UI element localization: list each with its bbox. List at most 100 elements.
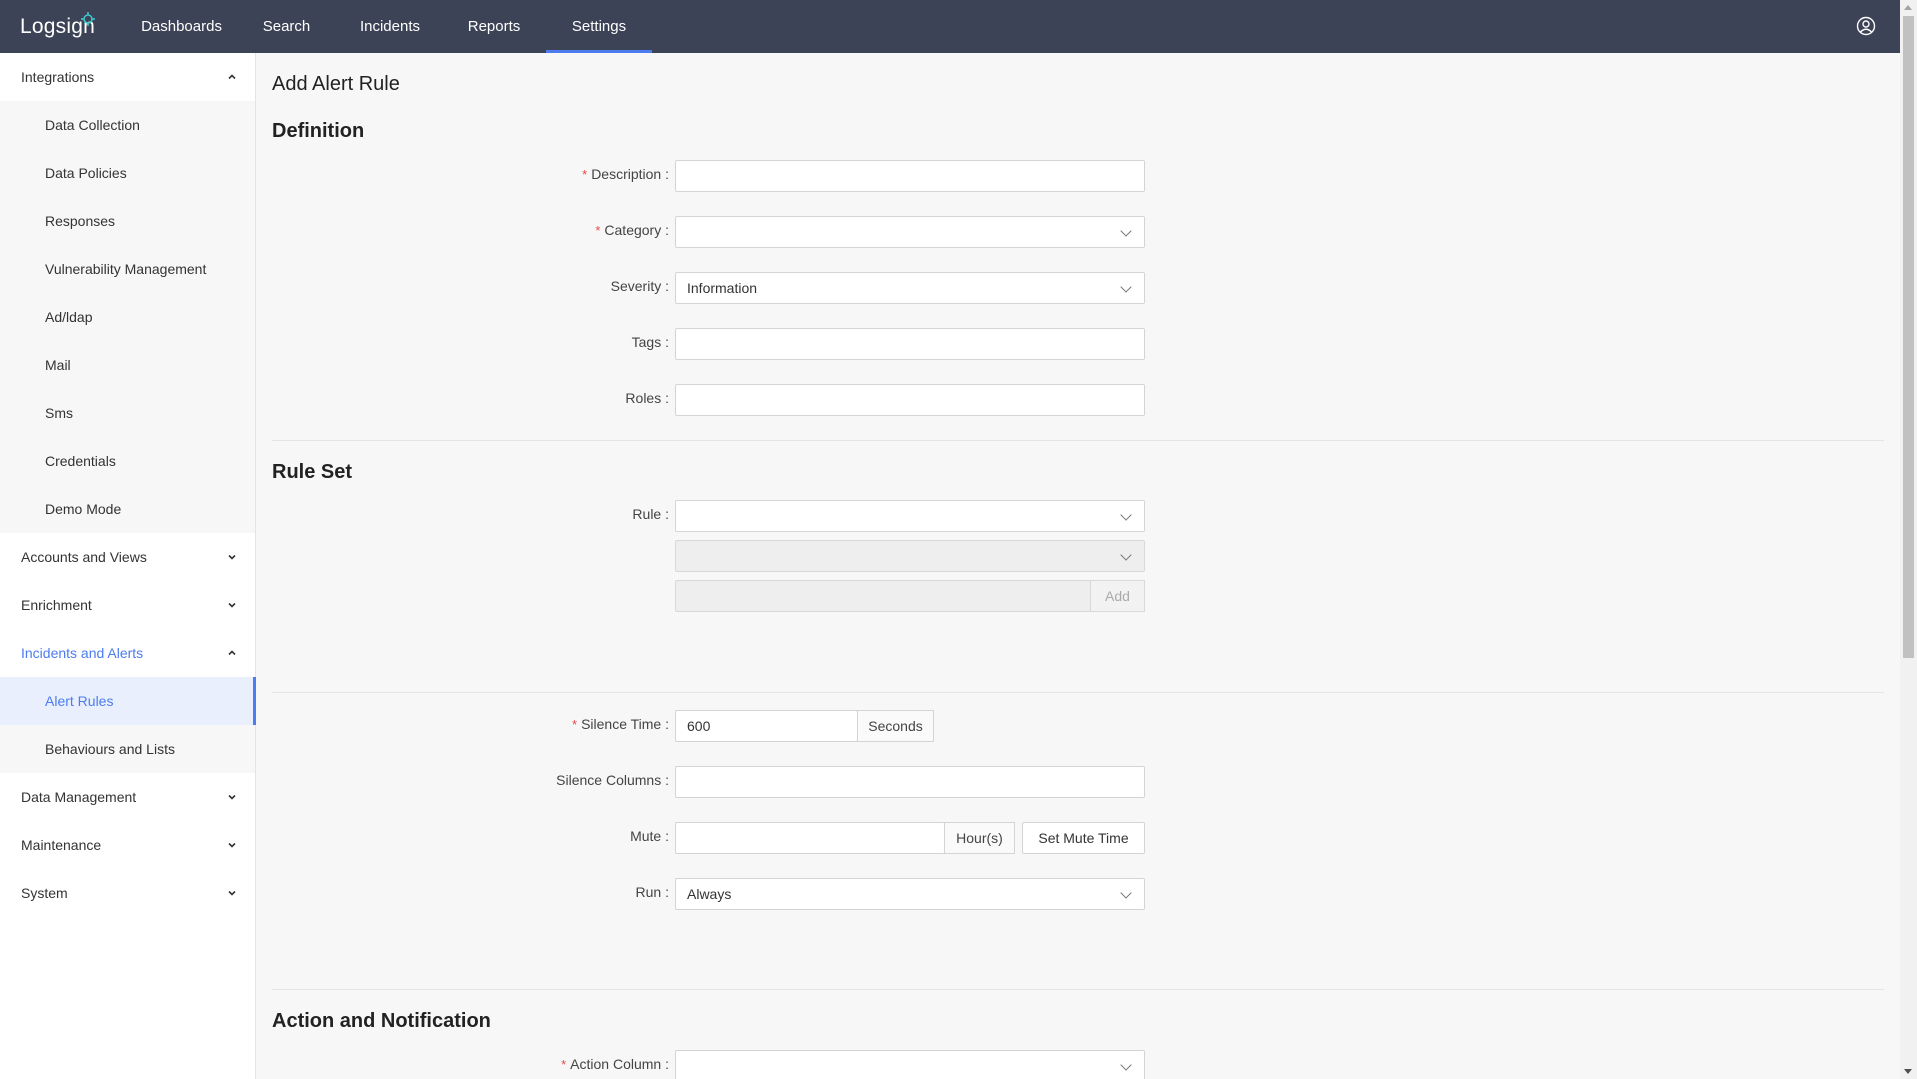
- sidebar-group-label: Accounts and Views: [21, 549, 147, 565]
- nav-search[interactable]: Search: [235, 0, 338, 53]
- sidebar-group-label: Data Management: [21, 789, 137, 805]
- nav-incidents[interactable]: Incidents: [338, 0, 442, 53]
- sidebar-item-mail[interactable]: Mail: [0, 341, 255, 389]
- sidebar-submenu-integrations: Data Collection Data Policies Responses …: [0, 101, 255, 533]
- required-marker: *: [561, 1057, 567, 1072]
- sidebar-item-sms[interactable]: Sms: [0, 389, 255, 437]
- logsign-logo[interactable]: Logsign: [0, 0, 122, 53]
- roles-input[interactable]: [675, 384, 1145, 416]
- set-mute-time-button[interactable]: Set Mute Time: [1022, 822, 1145, 854]
- sidebar-item-data-policies[interactable]: Data Policies: [0, 149, 255, 197]
- main-nav: Dashboards Search Incidents Reports Sett…: [122, 0, 652, 53]
- rule-label-text: Rule: [632, 506, 662, 522]
- sidebar-group-label: Integrations: [21, 69, 95, 85]
- chevron-up-icon: [228, 74, 236, 80]
- sidebar-group-system[interactable]: System: [0, 869, 255, 917]
- tags-label: Tags :: [631, 334, 669, 350]
- description-input[interactable]: [675, 160, 1145, 192]
- nav-dashboards[interactable]: Dashboards: [128, 0, 235, 53]
- sidebar-group-label: Enrichment: [21, 597, 92, 613]
- settings-sidebar: Integrations Data Collection Data Polici…: [0, 53, 256, 1079]
- mute-label: Mute :: [630, 828, 669, 844]
- silence-time-unit: Seconds: [857, 710, 934, 742]
- silence-columns-input[interactable]: [675, 766, 1145, 798]
- rule-label: Rule :: [632, 506, 669, 522]
- chevron-down-icon: [228, 842, 236, 848]
- run-label: Run :: [635, 884, 669, 900]
- category-label: * Category :: [595, 222, 669, 238]
- section-title-action-notification: Action and Notification: [272, 1010, 491, 1032]
- section-divider: [272, 989, 1884, 990]
- sidebar-item-ad-ldap[interactable]: Ad/ldap: [0, 293, 255, 341]
- silence-time-input[interactable]: 600: [675, 710, 858, 742]
- required-marker: *: [595, 223, 601, 238]
- silence-columns-label-text: Silence Columns: [556, 772, 662, 788]
- sidebar-group-label: Incidents and Alerts: [21, 645, 144, 661]
- silence-time-label: * Silence Time :: [572, 716, 669, 732]
- sidebar-group-data-management[interactable]: Data Management: [0, 773, 255, 821]
- rule-select[interactable]: [675, 500, 1145, 532]
- scroll-down-arrow-icon[interactable]: [1904, 1069, 1912, 1074]
- roles-label-text: Roles: [625, 390, 662, 406]
- page-scrollbar[interactable]: [1900, 0, 1917, 1079]
- severity-select[interactable]: Information: [675, 272, 1145, 304]
- required-marker: *: [572, 717, 578, 732]
- tags-label-text: Tags: [631, 334, 662, 350]
- sidebar-item-credentials[interactable]: Credentials: [0, 437, 255, 485]
- sidebar-item-data-collection[interactable]: Data Collection: [0, 101, 255, 149]
- sidebar-item-vulnerability-management[interactable]: Vulnerability Management: [0, 245, 255, 293]
- sidebar-group-integrations[interactable]: Integrations: [0, 53, 255, 101]
- main-content: Add Alert Rule Definition * Description :…: [257, 53, 1900, 1079]
- description-label-text: Description: [591, 166, 662, 182]
- rule-operator-select: [675, 540, 1145, 572]
- run-label-text: Run: [635, 884, 662, 900]
- tags-input[interactable]: [675, 328, 1145, 360]
- silence-time-label-text: Silence Time: [581, 716, 662, 732]
- nav-settings[interactable]: Settings: [546, 0, 652, 53]
- action-column-label: * Action Column :: [561, 1056, 669, 1072]
- run-select[interactable]: Always: [675, 878, 1145, 910]
- logo-mark-icon: [81, 12, 95, 26]
- sidebar-item-alert-rules[interactable]: Alert Rules: [0, 677, 256, 725]
- action-column-select[interactable]: [675, 1050, 1145, 1079]
- section-divider: [272, 440, 1884, 441]
- description-label: * Description :: [582, 166, 669, 182]
- section-title-rule-set: Rule Set: [272, 461, 353, 483]
- scroll-up-arrow-icon[interactable]: [1904, 5, 1912, 10]
- sidebar-group-label: System: [21, 885, 68, 901]
- sidebar-group-accounts-and-views[interactable]: Accounts and Views: [0, 533, 255, 581]
- action-column-label-text: Action Column: [570, 1056, 662, 1072]
- sidebar-item-behaviours-and-lists[interactable]: Behaviours and Lists: [0, 725, 255, 773]
- category-label-text: Category: [604, 222, 662, 238]
- chevron-down-icon: [228, 890, 236, 896]
- nav-reports[interactable]: Reports: [442, 0, 546, 53]
- chevron-down-icon: [228, 602, 236, 608]
- severity-label-text: Severity: [610, 278, 662, 294]
- sidebar-item-responses[interactable]: Responses: [0, 197, 255, 245]
- chevron-up-icon: [228, 650, 236, 656]
- sidebar-item-demo-mode[interactable]: Demo Mode: [0, 485, 255, 533]
- silence-columns-label: Silence Columns :: [556, 772, 669, 788]
- user-circle-icon[interactable]: [1856, 16, 1876, 36]
- chevron-down-icon: [228, 794, 236, 800]
- mute-unit: Hour(s): [944, 822, 1015, 854]
- rule-value-input: [675, 580, 1091, 612]
- section-divider: [272, 692, 1884, 693]
- chevron-down-icon: [228, 554, 236, 560]
- severity-label: Severity :: [610, 278, 669, 294]
- sidebar-submenu-incidents: Alert Rules Behaviours and Lists: [0, 677, 256, 773]
- required-marker: *: [582, 167, 588, 182]
- sidebar-group-maintenance[interactable]: Maintenance: [0, 821, 255, 869]
- sidebar-group-enrichment[interactable]: Enrichment: [0, 581, 255, 629]
- sidebar-group-incidents-and-alerts[interactable]: Incidents and Alerts: [0, 629, 255, 677]
- mute-label-text: Mute: [630, 828, 662, 844]
- top-navbar: Logsign Dashboards Search Incidents Repo…: [0, 0, 1900, 53]
- page-title: Add Alert Rule: [272, 73, 400, 95]
- add-rule-button: Add: [1090, 580, 1145, 612]
- section-title-definition: Definition: [272, 120, 365, 142]
- category-select[interactable]: [675, 216, 1145, 248]
- roles-label: Roles :: [625, 390, 669, 406]
- sidebar-group-label: Maintenance: [21, 837, 102, 853]
- scrollbar-thumb[interactable]: [1903, 16, 1914, 658]
- mute-hours-input[interactable]: [675, 822, 945, 854]
